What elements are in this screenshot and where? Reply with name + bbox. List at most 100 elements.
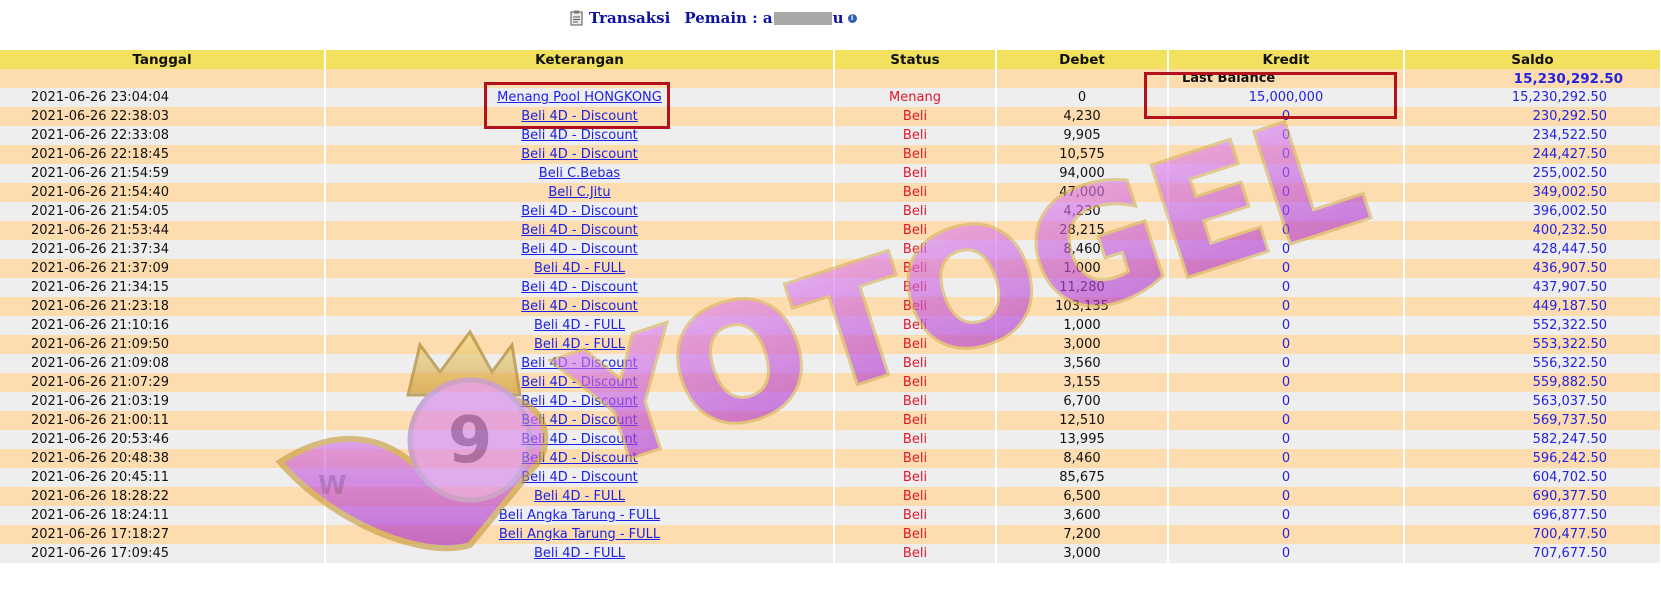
transaction-debet: 3,000: [996, 335, 1169, 354]
transaction-kredit: 0: [1168, 183, 1405, 202]
transaction-kredit: 0: [1168, 240, 1405, 259]
table-row: 2021-06-26 21:23:18 Beli 4D - Discount Bel…: [0, 297, 1661, 316]
transaction-debet: 0: [996, 88, 1169, 107]
transaction-kredit: 0: [1168, 259, 1405, 278]
transaction-kredit: 0: [1168, 335, 1405, 354]
table-row: 2021-06-26 22:38:03 Beli 4D - Discount Bel…: [0, 107, 1661, 126]
transaction-saldo: 553,322.50: [1404, 335, 1661, 354]
transaction-description-link[interactable]: Beli C.Bebas: [539, 166, 620, 181]
transaction-description-link[interactable]: Beli 4D - FULL: [534, 337, 625, 352]
transaction-status: Beli: [834, 392, 997, 411]
transaction-description-link[interactable]: Beli 4D - Discount: [521, 223, 638, 238]
table-row: 2021-06-26 21:37:09 Beli 4D - FULL Beli 1,0…: [0, 259, 1661, 278]
transaction-description-link[interactable]: Menang Pool HONGKONG: [497, 90, 662, 105]
transaction-description-link[interactable]: Beli Angka Tarung - FULL: [499, 508, 660, 523]
transaction-debet: 10,575: [996, 145, 1169, 164]
clipboard-icon: [570, 10, 583, 26]
transaction-debet: 4,230: [996, 202, 1169, 221]
transaction-status: Beli: [834, 525, 997, 544]
transaction-date: 2021-06-26 20:48:38: [0, 449, 326, 468]
table-row: 2021-06-26 20:48:38 Beli 4D - Discount Bel…: [0, 449, 1661, 468]
transaction-description-link[interactable]: Beli 4D - Discount: [521, 413, 638, 428]
table-row: 2021-06-26 21:03:19 Beli 4D - Discount Bel…: [0, 392, 1661, 411]
last-balance-value: 15,230,292.50: [1404, 69, 1661, 88]
transaction-date: 2021-06-26 18:24:11: [0, 506, 326, 525]
table-row: 2021-06-26 21:09:08 Beli 4D - Discount Bel…: [0, 354, 1661, 373]
transaction-kredit: 0: [1168, 430, 1405, 449]
transaction-kredit: 0: [1168, 449, 1405, 468]
transaction-status: Beli: [834, 316, 997, 335]
transaction-status: Beli: [834, 487, 997, 506]
transaction-debet: 6,500: [996, 487, 1169, 506]
transaction-description-link[interactable]: Beli 4D - FULL: [534, 318, 625, 333]
transaction-description-link[interactable]: Beli 4D - Discount: [521, 128, 638, 143]
transaction-debet: 11,280: [996, 278, 1169, 297]
transaction-date: 2021-06-26 17:18:27: [0, 525, 326, 544]
transaction-date: 2021-06-26 21:54:59: [0, 164, 326, 183]
table-row: 2021-06-26 21:54:05 Beli 4D - Discount Bel…: [0, 202, 1661, 221]
table-row: 2021-06-26 21:53:44 Beli 4D - Discount Bel…: [0, 221, 1661, 240]
transaction-description-link[interactable]: Beli 4D - FULL: [534, 489, 625, 504]
transaction-description-link[interactable]: Beli 4D - Discount: [521, 356, 638, 371]
transaction-kredit: 0: [1168, 373, 1405, 392]
table-row: 2021-06-26 21:00:11 Beli 4D - Discount Bel…: [0, 411, 1661, 430]
table-row: 2021-06-26 18:24:11 Beli Angka Tarung - F…: [0, 506, 1661, 525]
table-header-row: Tanggal Keterangan Status Debet Kredit S…: [0, 50, 1661, 69]
transaction-debet: 103,135: [996, 297, 1169, 316]
transaction-description-link[interactable]: Beli 4D - Discount: [521, 299, 638, 314]
transaction-date: 2021-06-26 21:54:05: [0, 202, 326, 221]
transaction-debet: 1,000: [996, 316, 1169, 335]
transaction-description-link[interactable]: Beli 4D - FULL: [534, 261, 625, 276]
table-row: 2021-06-26 21:10:16 Beli 4D - FULL Beli 1,0…: [0, 316, 1661, 335]
transaction-description-link[interactable]: Beli 4D - Discount: [521, 147, 638, 162]
transaction-date: 2021-06-26 23:04:04: [0, 88, 326, 107]
transaction-kredit: 0: [1168, 126, 1405, 145]
transaction-kredit: 0: [1168, 107, 1405, 126]
transaction-table: Tanggal Keterangan Status Debet Kredit S…: [0, 50, 1661, 563]
table-row: 2021-06-26 17:09:45 Beli 4D - FULL Beli 3,0…: [0, 544, 1661, 563]
transaction-status: Beli: [834, 449, 997, 468]
transaction-saldo: 400,232.50: [1404, 221, 1661, 240]
transaction-description-link[interactable]: Beli Angka Tarung - FULL: [499, 527, 660, 542]
transaction-description-link[interactable]: Beli 4D - FULL: [534, 546, 625, 561]
table-row: 2021-06-26 20:45:11 Beli 4D - Discount Bel…: [0, 468, 1661, 487]
transaction-saldo: 552,322.50: [1404, 316, 1661, 335]
transaction-description-link[interactable]: Beli C.Jitu: [548, 185, 610, 200]
transaction-debet: 3,155: [996, 373, 1169, 392]
transaction-date: 2021-06-26 20:53:46: [0, 430, 326, 449]
transaction-saldo: 449,187.50: [1404, 297, 1661, 316]
transaction-description-link[interactable]: Beli 4D - Discount: [521, 242, 638, 257]
transaction-debet: 3,600: [996, 506, 1169, 525]
transaction-status: Beli: [834, 202, 997, 221]
transaction-description-link[interactable]: Beli 4D - Discount: [521, 432, 638, 447]
transaction-description-link[interactable]: Beli 4D - Discount: [521, 204, 638, 219]
transaction-date: 2021-06-26 21:53:44: [0, 221, 326, 240]
transaction-debet: 47,000: [996, 183, 1169, 202]
transaction-kredit: 0: [1168, 278, 1405, 297]
transaction-saldo: 582,247.50: [1404, 430, 1661, 449]
transaction-status: Beli: [834, 278, 997, 297]
transaction-status: Beli: [834, 430, 997, 449]
transaction-description-link[interactable]: Beli 4D - Discount: [521, 394, 638, 409]
transaction-description-link[interactable]: Beli 4D - Discount: [521, 375, 638, 390]
column-header-keterangan: Keterangan: [325, 50, 835, 69]
transaction-status: Beli: [834, 506, 997, 525]
transaction-saldo: 559,882.50: [1404, 373, 1661, 392]
transaction-description-link[interactable]: Beli 4D - Discount: [521, 109, 638, 124]
last-balance-row: Last Balance 15,230,292.50: [0, 69, 1661, 88]
transaction-debet: 4,230: [996, 107, 1169, 126]
transaction-kredit: 0: [1168, 487, 1405, 506]
transaction-saldo: 700,477.50: [1404, 525, 1661, 544]
transaction-date: 2021-06-26 18:28:22: [0, 487, 326, 506]
transaction-saldo: 690,377.50: [1404, 487, 1661, 506]
transaction-description-link[interactable]: Beli 4D - Discount: [521, 451, 638, 466]
table-row: 2021-06-26 22:18:45 Beli 4D - Discount Bel…: [0, 145, 1661, 164]
transaction-date: 2021-06-26 21:09:08: [0, 354, 326, 373]
transaction-kredit: 0: [1168, 354, 1405, 373]
transaction-description-link[interactable]: Beli 4D - Discount: [521, 280, 638, 295]
info-icon[interactable]: i: [847, 13, 857, 23]
transaction-saldo: 15,230,292.50: [1404, 88, 1661, 107]
transaction-debet: 3,000: [996, 544, 1169, 563]
transaction-description-link[interactable]: Beli 4D - Discount: [521, 470, 638, 485]
transaction-saldo: 563,037.50: [1404, 392, 1661, 411]
